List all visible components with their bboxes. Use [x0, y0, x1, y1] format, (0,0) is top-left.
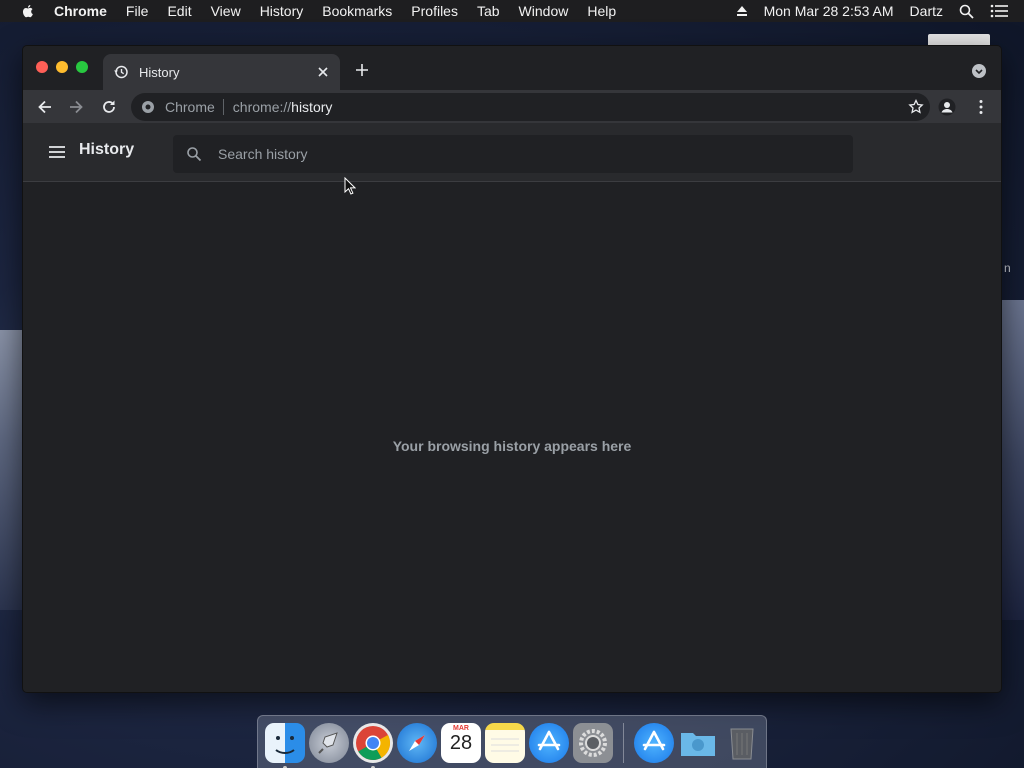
history-header: History	[23, 123, 1001, 182]
dock-downloads-stack[interactable]	[678, 723, 718, 763]
menu-bar: Chrome File Edit View History Bookmarks …	[0, 0, 1024, 22]
calendar-day: 28	[449, 732, 473, 754]
folder-icon	[681, 733, 715, 756]
apple-icon[interactable]	[20, 3, 36, 19]
url-scheme: chrome://	[232, 99, 292, 115]
compass-icon	[409, 735, 425, 751]
search-history-box[interactable]	[173, 135, 853, 173]
url-host: history	[291, 99, 333, 115]
page-title: History	[79, 141, 135, 158]
new-tab-icon[interactable]	[354, 62, 370, 78]
app-store-icon	[537, 730, 561, 751]
menu-user[interactable]: Dartz	[910, 3, 943, 19]
menu-view[interactable]: View	[211, 3, 241, 19]
chrome-icon	[356, 726, 390, 760]
dock-notes[interactable]	[485, 723, 525, 763]
chrome-window: History Chrome chrome://history History …	[22, 45, 1002, 693]
mouse-cursor-icon	[344, 177, 356, 195]
tab-history[interactable]: History	[103, 54, 340, 90]
close-tab-icon[interactable]	[316, 65, 330, 79]
dock-finder[interactable]	[265, 723, 305, 768]
tab-strip: History	[23, 46, 1001, 90]
calendar-month: MAR	[453, 725, 469, 732]
back-icon[interactable]	[36, 98, 54, 116]
dock-system-preferences[interactable]	[573, 723, 613, 763]
profile-avatar-icon[interactable]	[938, 98, 956, 116]
notification-center-icon[interactable]	[990, 4, 1008, 18]
menu-clock[interactable]: Mon Mar 28 2:53 AM	[764, 3, 894, 19]
menu-history[interactable]: History	[260, 3, 304, 19]
menu-bookmarks[interactable]: Bookmarks	[322, 3, 392, 19]
window-controls	[36, 61, 96, 73]
more-menu-icon[interactable]	[972, 98, 990, 116]
dock-calendar[interactable]: MAR 28	[441, 723, 481, 763]
eject-icon[interactable]	[736, 5, 748, 17]
desktop-file-label: n	[1004, 261, 1011, 275]
history-content: Your browsing history appears here	[23, 182, 1001, 692]
dock-applications-stack[interactable]	[634, 723, 674, 763]
menu-profiles[interactable]: Profiles	[411, 3, 458, 19]
applications-icon	[642, 730, 666, 751]
menu-file[interactable]: File	[126, 3, 149, 19]
menu-help[interactable]: Help	[587, 3, 616, 19]
finder-icon	[275, 736, 295, 754]
forward-icon[interactable]	[67, 98, 85, 116]
menu-edit[interactable]: Edit	[167, 3, 191, 19]
dock-trash[interactable]	[722, 723, 762, 763]
notes-icon	[491, 738, 519, 752]
tab-title: History	[139, 64, 180, 80]
dock-chrome[interactable]	[353, 723, 393, 768]
desktop-wallpaper-left	[0, 330, 24, 610]
spotlight-search-icon[interactable]	[959, 4, 974, 19]
desktop-wallpaper-right	[1002, 300, 1024, 620]
window-minimize-button[interactable]	[56, 61, 68, 73]
reload-icon[interactable]	[100, 98, 118, 116]
dock-safari[interactable]	[397, 723, 437, 763]
dock-app-store[interactable]	[529, 723, 569, 763]
hamburger-menu-icon[interactable]	[47, 142, 67, 162]
empty-history-message: Your browsing history appears here	[392, 438, 632, 454]
trash-icon	[730, 728, 754, 760]
dock-launchpad[interactable]	[309, 723, 349, 763]
menu-extras: Mon Mar 28 2:53 AM Dartz	[736, 0, 1024, 22]
search-icon	[187, 147, 202, 162]
history-icon	[114, 65, 128, 79]
menu-window[interactable]: Window	[519, 3, 569, 19]
window-close-button[interactable]	[36, 61, 48, 73]
window-zoom-button[interactable]	[76, 61, 88, 73]
rocket-icon	[318, 732, 338, 754]
gear-icon	[579, 729, 607, 757]
omnibox-chip: Chrome	[165, 99, 215, 115]
dock: MAR 28	[257, 715, 767, 768]
chrome-logo-icon	[142, 101, 154, 113]
menu-tab[interactable]: Tab	[477, 3, 500, 19]
search-history-input[interactable]	[218, 146, 818, 162]
tab-search-icon[interactable]	[971, 63, 987, 79]
omnibox-separator	[222, 99, 224, 115]
menu-app-name[interactable]: Chrome	[54, 3, 107, 19]
dock-divider	[623, 723, 624, 763]
browser-toolbar: Chrome chrome://history	[23, 90, 1001, 123]
bookmark-star-icon[interactable]	[908, 99, 924, 115]
address-bar[interactable]: Chrome chrome://history	[131, 93, 930, 121]
